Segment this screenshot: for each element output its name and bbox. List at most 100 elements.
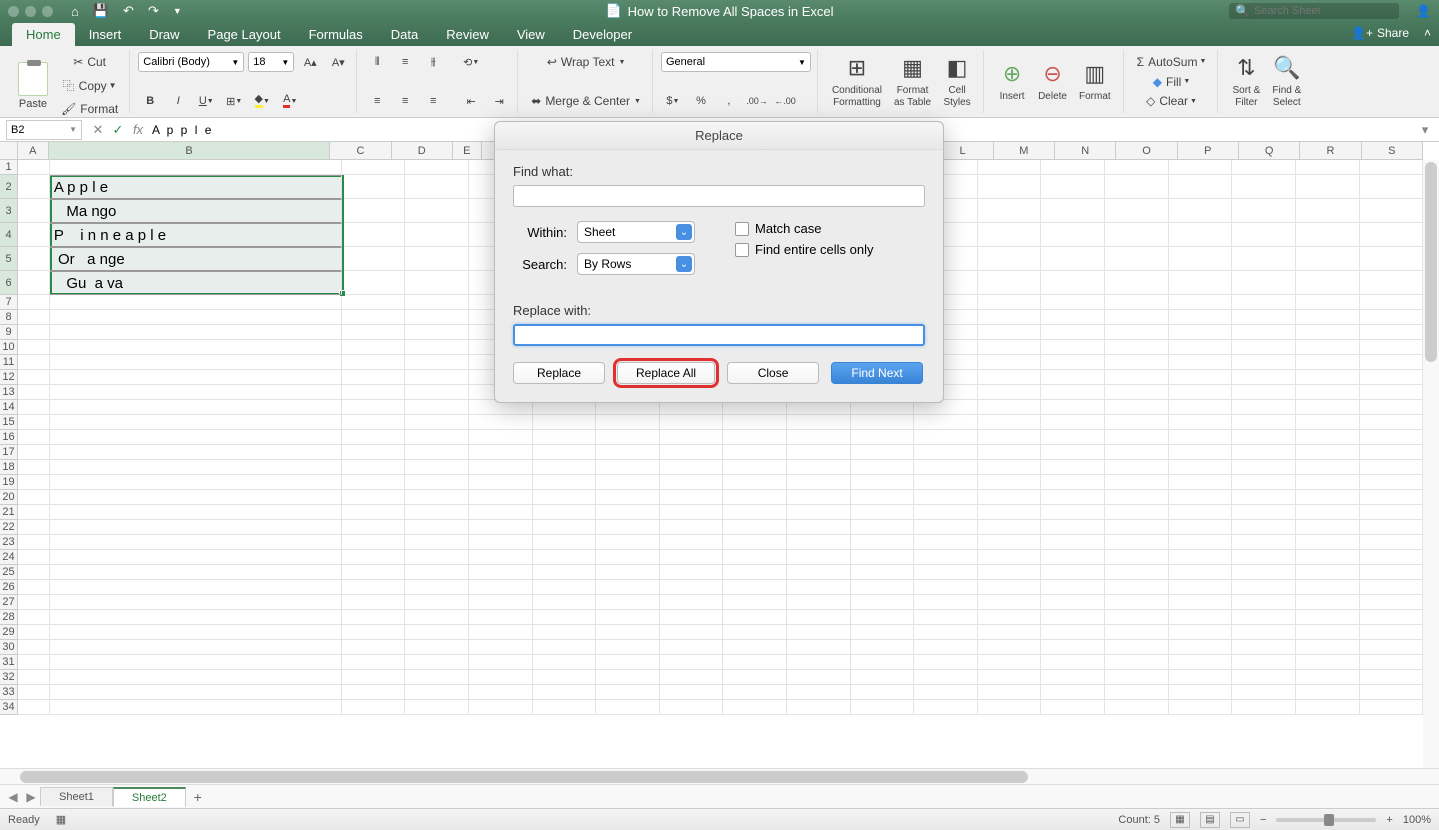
cut-button[interactable]: ✂Cut [56, 52, 123, 72]
find-next-button[interactable]: Find Next [831, 362, 923, 384]
replace-with-input[interactable] [513, 324, 925, 346]
cell[interactable] [1169, 271, 1233, 295]
row-header-7[interactable]: 7 [0, 295, 18, 310]
align-bottom-icon[interactable]: ⫵ [421, 52, 445, 72]
cell[interactable] [1105, 271, 1169, 295]
cell[interactable] [1360, 247, 1424, 271]
row-header-8[interactable]: 8 [0, 310, 18, 325]
cell[interactable] [1041, 175, 1105, 199]
close-window-icon[interactable] [8, 6, 19, 17]
close-button[interactable]: Close [727, 362, 819, 384]
user-icon[interactable]: 👤 [1416, 4, 1431, 18]
minimize-window-icon[interactable] [25, 6, 36, 17]
cell[interactable] [342, 247, 406, 271]
cell[interactable] [1232, 223, 1296, 247]
collapse-ribbon-icon[interactable]: ˄ [1424, 26, 1431, 40]
increase-font-icon[interactable]: A▴ [298, 52, 322, 72]
row-header-9[interactable]: 9 [0, 325, 18, 340]
row-header-28[interactable]: 28 [0, 610, 18, 625]
cell[interactable] [1041, 247, 1105, 271]
undo-icon[interactable]: ↶ [123, 3, 134, 19]
row-header-22[interactable]: 22 [0, 520, 18, 535]
row-header-13[interactable]: 13 [0, 385, 18, 400]
cell[interactable] [1232, 199, 1296, 223]
within-select[interactable]: Sheet⌄ [577, 221, 695, 243]
row-header-17[interactable]: 17 [0, 445, 18, 460]
format-as-table-button[interactable]: ▦Format as Table [888, 53, 937, 111]
cell-A1[interactable] [18, 160, 50, 175]
name-box[interactable]: B2▼ [6, 120, 82, 140]
row-header-31[interactable]: 31 [0, 655, 18, 670]
add-sheet-icon[interactable]: + [186, 789, 210, 805]
tab-data[interactable]: Data [377, 23, 432, 46]
cell[interactable] [1360, 160, 1424, 175]
align-right-icon[interactable]: ≡ [421, 91, 445, 111]
cell[interactable] [1105, 199, 1169, 223]
tab-formulas[interactable]: Formulas [295, 23, 377, 46]
col-header-E[interactable]: E [453, 142, 482, 160]
align-left-icon[interactable]: ≡ [365, 91, 389, 111]
cell[interactable] [978, 271, 1042, 295]
sheet-tab-2[interactable]: Sheet2 [113, 787, 186, 807]
cell[interactable] [1169, 247, 1233, 271]
cell[interactable] [1296, 271, 1360, 295]
maximize-window-icon[interactable] [42, 6, 53, 17]
number-format-select[interactable]: General▼ [661, 52, 811, 72]
col-header-M[interactable]: M [994, 142, 1055, 160]
zoom-slider[interactable] [1276, 818, 1376, 822]
row-header-30[interactable]: 30 [0, 640, 18, 655]
cell[interactable] [1296, 223, 1360, 247]
cell[interactable] [1041, 160, 1105, 175]
cell[interactable] [405, 247, 469, 271]
row-header-6[interactable]: 6 [0, 271, 18, 295]
row-header-20[interactable]: 20 [0, 490, 18, 505]
col-header-D[interactable]: D [392, 142, 453, 160]
italic-button[interactable]: I [166, 91, 190, 111]
col-header-S[interactable]: S [1362, 142, 1423, 160]
hscroll-thumb[interactable] [20, 771, 1028, 783]
row-header-21[interactable]: 21 [0, 505, 18, 520]
font-size-select[interactable]: 18▼ [248, 52, 294, 72]
vertical-scrollbar[interactable] [1423, 160, 1439, 768]
qat-dropdown-icon[interactable]: ▼ [173, 6, 182, 16]
copy-button[interactable]: ⿻Copy▼ [56, 74, 123, 97]
increase-indent-icon[interactable]: ⇥ [487, 91, 511, 111]
insert-cells-button[interactable]: ⊕Insert [992, 59, 1032, 105]
clear-button[interactable]: ◇Clear▼ [1132, 91, 1212, 111]
cell[interactable] [978, 175, 1042, 199]
row-header-11[interactable]: 11 [0, 355, 18, 370]
percent-icon[interactable]: % [689, 91, 713, 111]
redo-icon[interactable]: ↷ [148, 3, 159, 19]
row-header-25[interactable]: 25 [0, 565, 18, 580]
row-header-5[interactable]: 5 [0, 247, 18, 271]
align-center-icon[interactable]: ≡ [393, 91, 417, 111]
row-header-3[interactable]: 3 [0, 199, 18, 223]
cell-B1[interactable] [50, 160, 342, 175]
normal-view-icon[interactable]: ▦ [1170, 812, 1190, 828]
search-sheet-box[interactable]: 🔍 [1229, 3, 1399, 19]
cell[interactable] [1169, 199, 1233, 223]
cell[interactable] [342, 271, 406, 295]
cell[interactable] [978, 160, 1042, 175]
col-header-O[interactable]: O [1116, 142, 1177, 160]
cell-B3[interactable]: Ma ngo [50, 199, 342, 223]
page-layout-view-icon[interactable]: ▤ [1200, 812, 1220, 828]
cell-B6[interactable]: Gu a va [50, 271, 342, 295]
row-header-16[interactable]: 16 [0, 430, 18, 445]
cell[interactable] [405, 199, 469, 223]
conditional-formatting-button[interactable]: ⊞Conditional Formatting [826, 53, 888, 111]
zoom-in-icon[interactable]: + [1386, 814, 1392, 826]
row-header-34[interactable]: 34 [0, 700, 18, 715]
cell[interactable] [342, 175, 406, 199]
autosum-button[interactable]: ΣAutoSum▼ [1132, 52, 1212, 72]
cell-A6[interactable] [18, 271, 50, 295]
search-select[interactable]: By Rows⌄ [577, 253, 695, 275]
row-header-4[interactable]: 4 [0, 223, 18, 247]
col-header-B[interactable]: B [49, 142, 331, 160]
orientation-icon[interactable]: ⟲▼ [459, 52, 483, 72]
entire-cells-checkbox[interactable]: Find entire cells only [735, 242, 874, 257]
cell[interactable] [405, 223, 469, 247]
cell[interactable] [1232, 160, 1296, 175]
row-header-2[interactable]: 2 [0, 175, 18, 199]
cell[interactable] [1105, 160, 1169, 175]
